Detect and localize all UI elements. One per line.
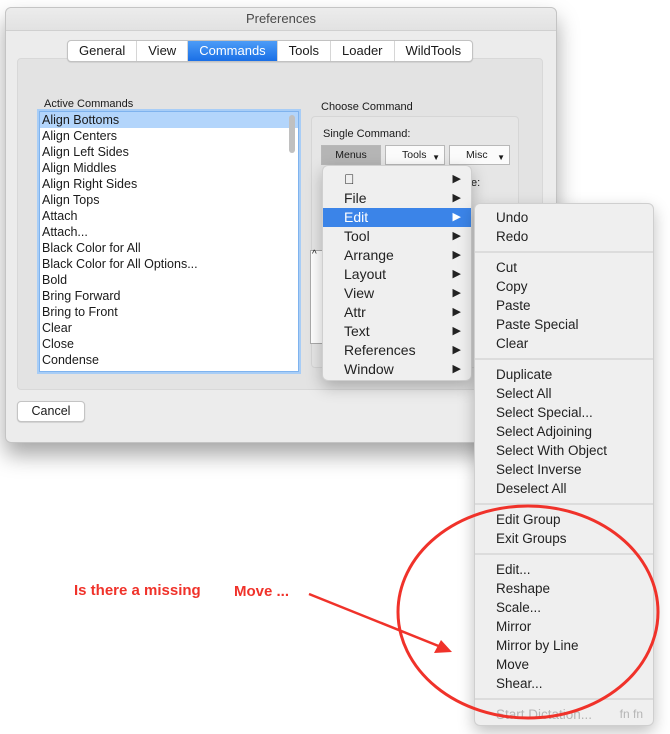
annotation-circle: [396, 504, 660, 720]
annotation-arrow-line: [308, 592, 447, 651]
annotation-overlay: [308, 504, 660, 720]
